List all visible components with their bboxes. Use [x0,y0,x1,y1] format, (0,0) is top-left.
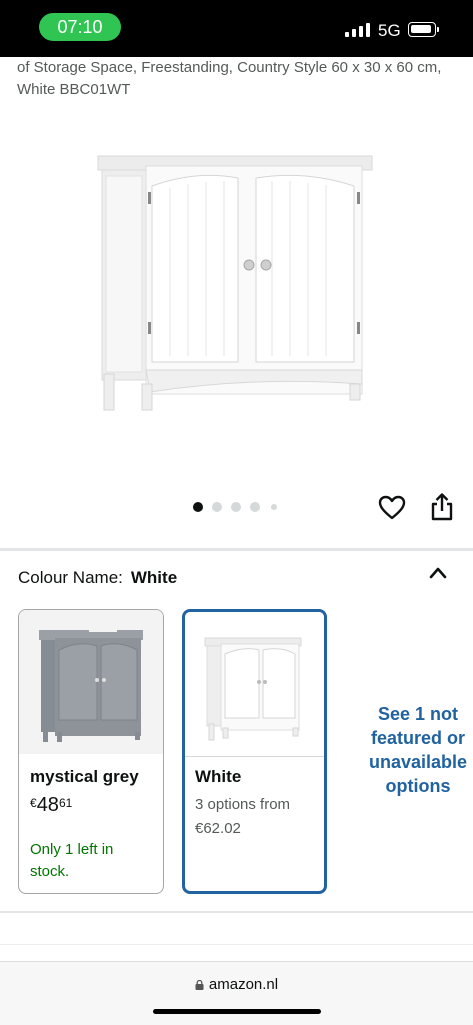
product-image[interactable] [96,152,374,414]
see-unavailable-options-link[interactable]: See 1 not featured or unavailable option… [362,702,473,798]
section-divider [0,911,473,913]
section-divider [0,944,473,945]
swatch-thumbnail [185,612,324,757]
section-divider [0,548,473,551]
url-text: amazon.nl [208,976,279,993]
option-availability: 3 options from €62.02 [195,796,291,837]
gallery-dot[interactable] [250,502,260,512]
chevron-up-icon[interactable] [428,565,448,581]
battery-icon [408,22,439,37]
lock-icon [195,980,204,990]
gallery-dot[interactable] [231,502,241,512]
stock-status: Only 1 left in stock. [30,841,114,880]
product-title: of Storage Space, Freestanding, Country … [17,59,442,98]
home-indicator[interactable] [153,1009,321,1014]
colour-option-white[interactable]: White 3 options from €62.02 [182,609,327,894]
signal-icon [345,23,371,37]
browser-address-bar[interactable]: amazon.nl [0,961,473,1025]
url-display[interactable]: amazon.nl [0,976,473,993]
status-bar: 07:10 5G [0,0,473,57]
price-fraction: 61 [58,796,73,810]
colour-name-label: Colour Name: [18,568,123,587]
status-time: 07:10 [39,13,121,41]
swatch-thumbnail [19,610,163,754]
colour-name-row: Colour Name: White [18,568,177,588]
white-cabinet-image [204,637,302,741]
heart-icon[interactable] [378,494,406,522]
grey-cabinet-image [39,624,143,742]
price-whole: 48 [36,794,59,816]
colour-option-mystical-grey[interactable]: mystical grey €4861 Only 1 left in stock… [18,609,164,894]
option-price: €4861 [30,794,72,817]
share-icon[interactable] [428,492,456,522]
gallery-dot[interactable] [271,504,277,510]
price-currency: € [30,796,37,810]
network-type: 5G [378,21,401,40]
colour-name-value: White [130,568,178,587]
option-name: White [195,767,242,786]
gallery-dot[interactable] [212,502,222,512]
gallery-dot[interactable] [193,502,203,512]
option-name: mystical grey [30,767,139,786]
